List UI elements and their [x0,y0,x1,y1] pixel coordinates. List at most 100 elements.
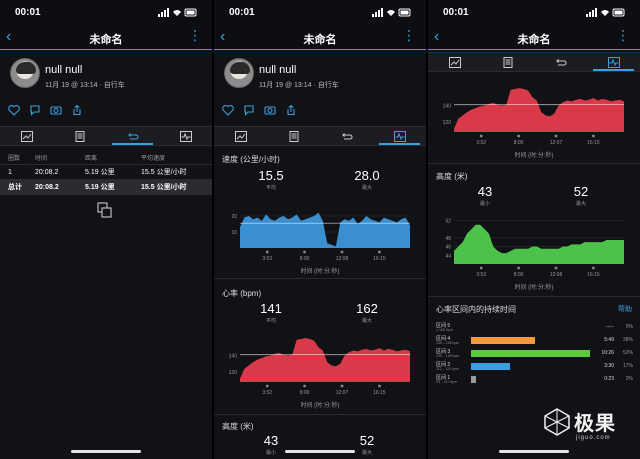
x-tick-label: 3:53 [476,272,486,278]
zone-range: 93 – 111 bpm [436,380,457,384]
x-tick-label: 12:08 [550,272,563,278]
x-tick-label: 12:07 [336,390,349,396]
page-title: 未命名 [517,34,551,46]
tab-overview[interactable] [0,127,53,145]
hr-chart: 120 140 3:52 8:00 12:07 16:15 [214,330,426,400]
x-tick-label: 12:08 [336,256,349,262]
elev-max-value: 52 [359,433,375,448]
zone-percent: 2% [625,376,633,382]
like-heart-icon[interactable] [222,104,234,116]
hr-chart-svg: 120 140 3:52 8:00 12:07 16:15 [229,338,410,396]
avatar[interactable] [224,58,254,88]
home-indicator [285,450,355,453]
tab-laps[interactable] [534,53,587,71]
more-vertical-icon[interactable]: ⋮ [616,27,630,44]
social-actions [222,104,297,118]
y-tick-label: 20 [231,214,237,220]
total-label: 总计 [8,184,22,191]
tab-stats[interactable] [267,127,320,145]
y-tick-label: 52 [445,218,451,224]
y-tick-label: 140 [229,354,238,360]
total-distance: 5.19 公里 [85,184,115,191]
hr-max-stat: 162 最大 [337,301,397,324]
speed-max-value: 28.0 [354,168,380,183]
share-icon[interactable] [285,104,297,116]
page-title: 未命名 [303,34,337,46]
camera-icon[interactable] [264,104,276,116]
activity-header: null null 11月 19 @ 13:14 · 自行车 [0,58,212,98]
speed-chart-svg: 10 20 3:53 8:00 12:08 16:15 [231,212,410,262]
copy-icon[interactable] [97,202,113,218]
phone-screen-charts-scrolled: 00:01 ‹ 未命名 ⋮ 120 140 3:52 8:00 12:07 16:15 时… [428,0,640,459]
hr-zone-row: 区间 4 149 – 168 bpm 5:49 28% [428,335,640,347]
x-tick-dot [378,384,381,388]
tab-laps[interactable] [106,127,159,145]
series-area [240,212,410,248]
hr-zone-row: 区间 5 > 168 bpm --:-- 0% [428,322,640,334]
zone-range: 112 – 129 bpm [436,367,460,371]
speed-avg-label: 平均 [265,185,276,191]
more-vertical-icon[interactable]: ⋮ [188,27,202,44]
lap-time: 20:08.2 [35,168,59,176]
hr-title: 心率 (bpm) [222,289,262,298]
elev-min-value: 43 [477,184,493,199]
tab-charts[interactable] [587,53,640,71]
phone-screen-laps: 00:01 ‹ 未命名 ⋮ null null 11月 19 @ 13:14 ·… [0,0,212,459]
x-tick-label: 12:07 [550,140,563,146]
hr-max-value: 162 [356,301,378,316]
charts-pulse-icon [393,130,406,142]
tab-overview[interactable] [428,53,481,71]
series-area [454,224,624,264]
speed-chart: 10 20 3:53 8:00 12:08 16:15 [214,196,426,266]
more-vertical-icon[interactable]: ⋮ [402,27,416,44]
zone-range: > 168 bpm [436,328,453,332]
y-tick-label: 140 [443,104,452,110]
tab-stats[interactable] [53,127,106,145]
table-total-row: 总计 20:08.2 5.19 公里 15.5 公里/小时 [0,180,212,195]
elev-min-value: 43 [263,433,279,448]
zone-range: 149 – 168 bpm [436,341,460,345]
user-name: null null [45,64,83,76]
section-divider [428,296,640,297]
tab-stats[interactable] [481,53,534,71]
tab-charts[interactable] [159,127,212,145]
overview-chart-icon [234,130,247,142]
zone-bar [471,337,535,344]
home-indicator [71,450,141,453]
elev-title: 高度 (米) [222,422,254,431]
tab-overview[interactable] [214,127,267,145]
comment-bubble-icon[interactable] [29,104,41,116]
signal-wifi-battery-icon [158,8,197,17]
elevation-chart: 44 46 48 52 3:53 8:00 12:08 16:15 [428,212,640,282]
x-tick-dot [592,266,595,270]
x-tick-label: 8:00 [300,256,310,262]
x-tick-dot [340,384,344,388]
zone-time: 0:23 [604,376,614,382]
x-tick-label: 16:15 [587,272,600,278]
hr-avg-label: 平均 [265,318,276,324]
x-tick-dot [554,134,558,138]
elev-min-stat: 43 最小 [455,184,515,207]
lap-number: 1 [8,168,12,176]
y-tick-label: 10 [231,230,237,236]
share-icon[interactable] [71,104,83,116]
x-tick-label: 16:15 [373,390,386,396]
tab-charts[interactable] [373,127,426,145]
y-tick-label: 120 [443,120,452,126]
table-row[interactable]: 1 20:08.2 5.19 公里 15.5 公里/小时 [0,165,212,180]
x-tick-label: 8:00 [514,140,524,146]
zone-bar [471,363,510,370]
y-tick-label: 44 [445,253,451,259]
camera-icon[interactable] [50,104,62,116]
comment-bubble-icon[interactable] [243,104,255,116]
total-avg-speed: 15.5 公里/小时 [141,184,187,191]
like-heart-icon[interactable] [8,104,20,116]
series-area [240,338,410,382]
x-tick-label: 8:00 [300,390,310,396]
avatar[interactable] [10,58,40,88]
elev-min-label: 最小 [479,201,490,207]
hr-zones-help-link[interactable]: 帮助 [618,304,632,314]
col-lap: 圈数 [8,155,21,162]
col-time: 时间 [35,155,48,162]
tab-laps[interactable] [320,127,373,145]
